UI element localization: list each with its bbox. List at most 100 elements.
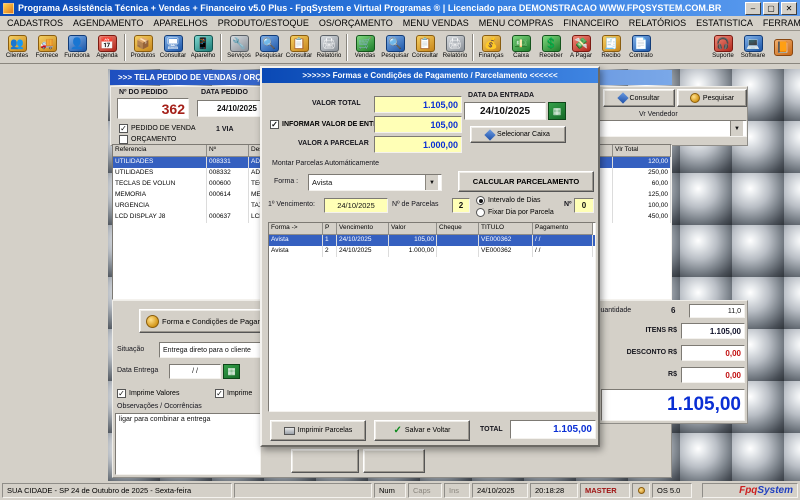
col-p: P [323,223,337,235]
peso-field[interactable]: 11,0 [689,304,745,318]
aparelho-button[interactable]: 📱 Aparelho [188,35,218,59]
cell-forma: Avista [269,246,323,257]
relatorio-vendas-button[interactable]: 🖨 Relatório [440,35,470,59]
n-field[interactable]: 0 [574,198,594,213]
vencimento-field[interactable]: 24/10/2025 [324,198,388,213]
receber-button[interactable]: 💲 Receber [536,35,566,59]
menu-ferramentas[interactable]: FERRAMENTAS [758,18,800,28]
maximize-icon[interactable]: ▢ [763,1,779,15]
minimize-icon[interactable]: – [745,1,761,15]
vendedor-select[interactable]: ▼ [591,120,747,137]
toolbar-label: Vendas [354,52,376,59]
pedido-number-field[interactable]: 362 [117,98,189,119]
imprime-valores-checkbox[interactable]: ✓ Imprime Valores [117,389,179,398]
cell-vlr-total: 120,00 [613,157,671,168]
servicos-button[interactable]: 🔧 Serviços [224,35,254,59]
total-field: 1.105,00 [510,420,596,439]
table-row[interactable]: Avista 1 24/10/2025 105,00 VE000362 / / [269,235,595,246]
fornecedores-button[interactable]: 🚚 Fornece [32,35,62,59]
orcamento-checkbox[interactable]: ORÇAMENTO [119,135,176,144]
selecionar-caixa-button[interactable]: Selecionar Caixa [470,126,566,143]
status-os-version: OS 5.0 [652,483,692,498]
parcelar-field[interactable]: 1.000,00 [374,136,462,153]
observacoes-textarea[interactable]: ligar para combinar a entrega [115,413,261,475]
desconto-field[interactable]: 0,00 [681,345,745,361]
fixar-dia-radio[interactable]: Fixar Dia por Parcela [476,208,554,217]
menu-relatorios[interactable]: RELATÓRIOS [624,18,691,28]
toolbar-label: Clientes [5,52,29,59]
brand-left: Fpq [739,485,758,496]
status-time: 20:18:28 [530,483,578,498]
document-icon: 📄 [631,35,651,52]
menu-vendas[interactable]: MENU VENDAS [398,18,474,28]
calendar-icon[interactable]: ▦ [223,364,240,379]
dialog-title: >>>>>> Formas e Condições de Pagamento /… [262,68,598,83]
salvar-voltar-button[interactable]: ✓ Salvar e Voltar [374,420,470,441]
frete-field[interactable]: 0,00 [681,367,745,383]
chevron-down-icon[interactable]: ▼ [730,121,743,136]
pesquisar-button[interactable]: Pesquisar [677,89,747,107]
clients-icon: 👥 [7,35,27,52]
clipboard-icon: 📋 [289,35,309,52]
financas-button[interactable]: 💰 Finanças [476,35,506,59]
calcular-parcelamento-button[interactable]: CALCULAR PARCELAMENTO [458,171,594,192]
consultar-servicos-button[interactable]: 📋 Consultar [284,35,314,59]
hidden-button-1[interactable] [291,449,359,473]
menu-financeiro[interactable]: FINANCEIRO [558,18,624,28]
imprimir-parcelas-button[interactable]: Imprimir Parcelas [270,420,366,441]
radio-label: Intervalo de Dias [488,197,541,204]
a-pagar-button[interactable]: 💸 A Pagar [566,35,596,59]
consultar-produtos-button[interactable]: 🖥 Consultar [158,35,188,59]
imprime-checkbox[interactable]: ✓ Imprime [215,389,252,398]
menu-compras[interactable]: MENU COMPRAS [474,18,559,28]
produtos-button[interactable]: 📦 Produtos [128,35,158,59]
forma-select[interactable]: Avista ▼ [308,174,442,191]
pedido-venda-checkbox[interactable]: ✓ PEDIDO DE VENDA [119,124,196,133]
forma-value: Avista [312,178,333,187]
cash-icon: 💵 [511,35,531,52]
funcionarios-button[interactable]: 👤 Funciona [62,35,92,59]
menu-agendamento[interactable]: AGENDAMENTO [68,18,148,28]
table-row[interactable]: Avista 2 24/10/2025 1.000,00 VE000362 / … [269,246,595,257]
pesquisar-servicos-button[interactable]: 🔍 Pesquisar [254,35,284,59]
cell-forma: Avista [269,235,323,246]
valor-total-field[interactable]: 1.105,00 [374,96,462,113]
dollar-icon: 💲 [541,35,561,52]
agenda-button[interactable]: 📅 Agenda [92,35,122,59]
status-num: Num [374,483,406,498]
coin-icon [146,314,159,328]
consultar-vendas-button[interactable]: 📋 Consultar [410,35,440,59]
menu-cadastros[interactable]: CADASTROS [2,18,68,28]
suporte-button[interactable]: 🎧 Suporte [708,35,738,59]
col-vlr-total: Vlr Total [613,145,671,157]
menu-aparelhos[interactable]: APARELHOS [148,18,212,28]
hidden-button-2[interactable] [363,449,425,473]
recibo-button[interactable]: 🧾 Recibo [596,35,626,59]
toolbar-label: Software [740,52,766,59]
toolbar-label: Relatório [316,52,342,59]
printer-icon [283,426,295,435]
menu-os-orcamento[interactable]: OS/ORÇAMENTO [314,18,398,28]
data-entrega-field[interactable]: / / [169,364,221,379]
parcelas-field[interactable]: 2 [452,198,470,213]
menu-produto-estoque[interactable]: PRODUTO/ESTOQUE [213,18,314,28]
entrada-field[interactable]: 105,00 [374,116,462,133]
intervalo-dias-radio[interactable]: Intervalo de Dias [476,196,541,205]
vendas-button[interactable]: 🛒 Vendas [350,35,380,59]
chevron-down-icon[interactable]: ▼ [425,175,438,190]
software-button[interactable]: 💻 Software [738,35,768,59]
contrato-button[interactable]: 📄 Contrato [626,35,656,59]
data-entrada-field[interactable]: 24/10/2025 [464,102,546,120]
menu-estatistica[interactable]: ESTATISTICA [691,18,758,28]
parcelas-grid: Forma -> P Vencimento Valor Cheque TITUL… [268,222,596,412]
close-icon[interactable]: ✕ [781,1,797,15]
itens-field[interactable]: 1.105,00 [681,323,745,339]
clientes-button[interactable]: 👥 Clientes [2,35,32,59]
calendar-icon[interactable]: ▦ [548,102,566,120]
caixa-button[interactable]: 💵 Caixa [506,35,536,59]
relatorio-servicos-button[interactable]: 🖨 Relatório [314,35,344,59]
consultar-button[interactable]: Consultar [603,89,675,107]
manual-button[interactable]: 📙 [768,38,798,56]
magnifier-icon [689,93,700,103]
pesquisar-vendas-button[interactable]: 🔍 Pesquisar [380,35,410,59]
